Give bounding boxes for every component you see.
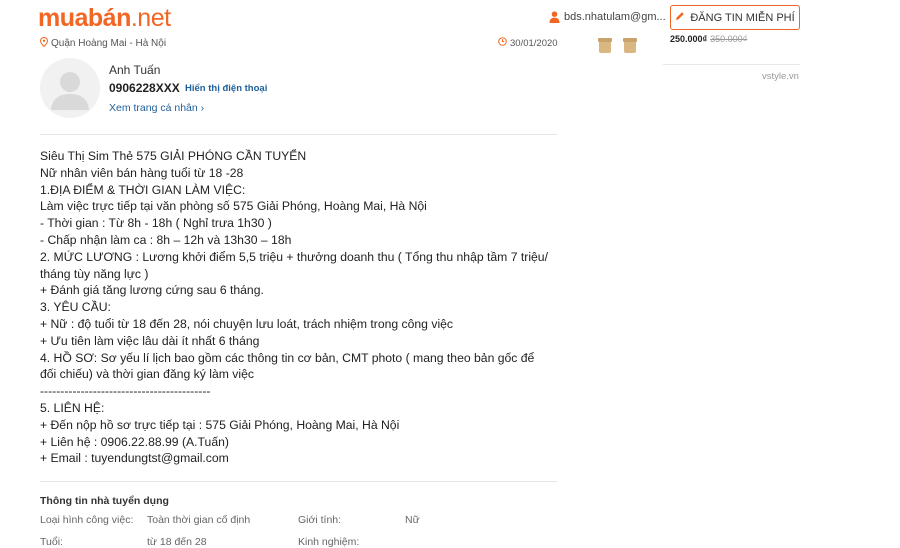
description-line: ----------------------------------------… <box>40 384 211 399</box>
description-line: 3. YÊU CẦU: <box>40 300 111 315</box>
seller-avatar[interactable] <box>40 58 100 118</box>
description-line: Làm việc trực tiếp tại văn phòng số 575 … <box>40 199 427 214</box>
top-bar: muabán.net bds.nhatulam@gm... ĐĂNG TIN M… <box>0 0 900 36</box>
gender-label: Giới tính: <box>298 514 342 526</box>
description-line: Siêu Thị Sim Thẻ 575 GIẢI PHÓNG CẦN TUYỂ… <box>40 149 307 163</box>
description-line: + Email : tuyendungtst@gmail.com <box>40 451 229 466</box>
logo-text-domain: .net <box>130 4 171 32</box>
pencil-icon <box>675 11 685 24</box>
employer-info-title: Thông tin nhà tuyển dụng <box>40 495 169 507</box>
description-line: 4. HỒ SƠ: Sơ yếu lí lịch bao gồm các thô… <box>40 350 535 365</box>
clock-icon <box>498 37 507 49</box>
description-line: + Nữ : độ tuổi từ 18 đến 28, nói chuyện … <box>40 316 454 331</box>
post-free-listing-button[interactable]: ĐĂNG TIN MIỄN PHÍ <box>670 5 800 30</box>
location-text: Quận Hoàng Mai - Hà Nội <box>51 38 167 49</box>
ad-old-price: 350.000₫ <box>710 34 748 44</box>
post-button-label: ĐĂNG TIN MIỄN PHÍ <box>690 11 795 24</box>
show-phone-link[interactable]: Hiển thị điện thoại <box>185 83 267 94</box>
job-type-label: Loại hình công việc: <box>40 514 134 526</box>
seller-phone: 0906228XXX <box>109 81 180 95</box>
description-line: - Thời gian : Từ 8h - 18h ( Nghỉ trưa 1h… <box>40 216 272 231</box>
description-line: + Liên hệ : 0906.22.88.99 (A.Tuấn) <box>40 434 229 449</box>
description-line: 1.ĐỊA ĐIỂM & THỜI GIAN LÀM VIỆC: <box>40 182 246 197</box>
age-value: từ 18 đến 28 <box>147 536 207 548</box>
description-line: đối chiếu) và thời gian đăng ký làm việc <box>40 367 254 382</box>
experience-label: Kinh nghiệm: <box>298 536 360 548</box>
location-pin-icon <box>39 36 49 50</box>
gender-value: Nữ <box>405 514 420 526</box>
user-email: bds.nhatulam@gm... <box>564 11 666 23</box>
date-text: 30/01/2020 <box>510 37 558 49</box>
description-line: + Ưu tiên làm việc lâu dài ít nhất 6 thá… <box>40 333 260 348</box>
job-type-value: Toàn thời gian cố định <box>147 514 251 526</box>
description-line: 2. MỨC LƯƠNG : Lương khởi điểm 5,5 triệu… <box>40 249 548 264</box>
product-thumbnail-jar-icon[interactable] <box>598 38 612 53</box>
description-line: tháng tùy năng lực ) <box>40 266 149 281</box>
sidebar-ad-price[interactable]: 250.000₫ 350.000₫ <box>670 34 747 44</box>
section-divider <box>40 134 557 135</box>
product-thumbnail-jar-icon[interactable] <box>623 38 637 53</box>
description-line: 5. LIÊN HỆ: <box>40 400 105 415</box>
view-profile-label: Xem trang cá nhân <box>109 102 198 114</box>
ad-price: 250.000₫ <box>670 34 708 44</box>
description-line: - Chấp nhận làm ca : 8h – 12h và 13h30 –… <box>40 232 292 247</box>
user-account-menu[interactable]: bds.nhatulam@gm... <box>549 11 666 23</box>
description-line: + Đánh giá tăng lương cứng sau 6 tháng. <box>40 283 264 298</box>
logo-text-main: muabán <box>38 4 131 32</box>
description-line: + Đến nộp hồ sơ trực tiếp tại : 575 Giải… <box>40 417 400 432</box>
user-icon <box>549 11 560 23</box>
job-description: Siêu Thị Sim Thẻ 575 GIẢI PHÓNG CẦN TUYỂ… <box>40 148 560 467</box>
listing-location: Quận Hoàng Mai - Hà Nội <box>39 36 167 50</box>
seller-name: Anh Tuấn <box>109 63 161 77</box>
chevron-right-icon: › <box>197 102 205 114</box>
sidebar-ad-divider <box>663 46 800 65</box>
section-divider <box>40 481 557 482</box>
sidebar-ad-source[interactable]: vstyle.vn <box>762 71 799 82</box>
age-label: Tuổi: <box>40 536 63 548</box>
listing-date: 30/01/2020 <box>498 37 558 49</box>
view-profile-link[interactable]: Xem trang cá nhân › <box>109 102 204 114</box>
site-logo[interactable]: muabán.net <box>38 4 171 32</box>
description-line: Nữ nhân viên bán hàng tuổi từ 18 -28 <box>40 165 244 180</box>
